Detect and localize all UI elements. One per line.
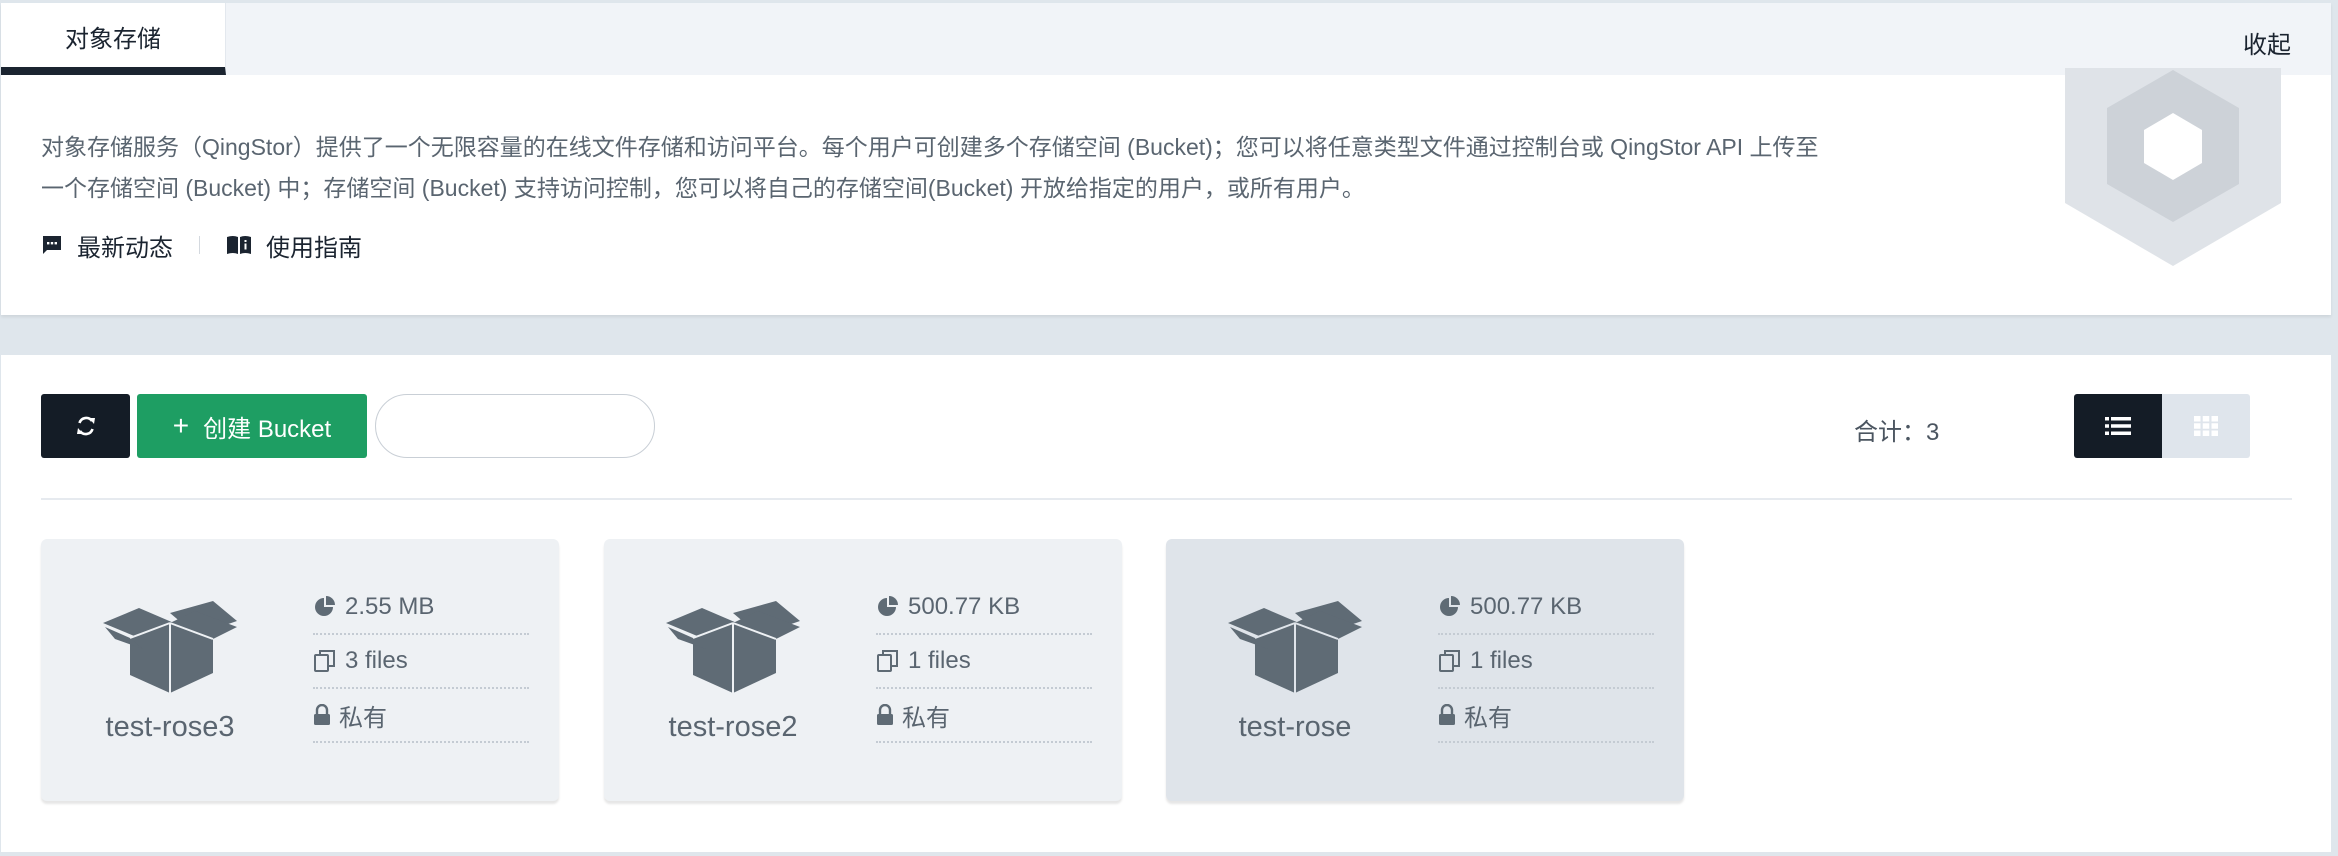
lock-icon <box>314 704 330 725</box>
pie-chart-icon <box>315 596 335 616</box>
total-count: 合计：3 <box>1854 419 1940 446</box>
book-icon <box>227 236 251 254</box>
pie-chart-icon <box>1440 596 1460 616</box>
bucket-size: 500.77 KB <box>876 581 1092 635</box>
link-separator <box>199 236 200 254</box>
grid-icon <box>2194 416 2218 436</box>
bucket-files: 1 files <box>1438 635 1654 689</box>
pie-chart-icon <box>878 596 898 616</box>
bucket-card-test-rose[interactable]: test-rose 500.77 KB 1 files 私有 <box>1166 539 1684 801</box>
bucket-name: test-rose <box>1238 711 1352 743</box>
refresh-button[interactable] <box>41 394 130 458</box>
bucket-name: test-rose3 <box>105 711 235 743</box>
bucket-name: test-rose2 <box>668 711 798 743</box>
view-toggle <box>2074 394 2250 458</box>
bucket-files-value: 3 files <box>345 647 408 674</box>
bucket-access-value: 私有 <box>1464 704 1512 732</box>
bucket-size-value: 2.55 MB <box>345 593 435 620</box>
bucket-panel: + 创建 Bucket 合计：3 test-rose3 2.55 MB 3 fi… <box>1 355 2331 852</box>
bucket-files: 1 files <box>876 635 1092 689</box>
bucket-access-value: 私有 <box>339 704 387 732</box>
qingstor-hexagon-icon <box>2065 68 2281 266</box>
bucket-access: 私有 <box>1438 689 1654 743</box>
box-icon <box>666 601 800 693</box>
toolbar-divider <box>41 498 2292 500</box>
bucket-card-test-rose3[interactable]: test-rose3 2.55 MB 3 files 私有 <box>41 539 559 801</box>
latest-news-link[interactable]: 最新动态 <box>41 228 173 263</box>
bucket-access-value: 私有 <box>902 704 950 732</box>
list-view-button[interactable] <box>2074 394 2162 458</box>
refresh-icon <box>76 416 95 436</box>
bucket-card-test-rose2[interactable]: test-rose2 500.77 KB 1 files 私有 <box>604 539 1122 801</box>
plus-icon: + <box>172 410 190 441</box>
latest-news-label: 最新动态 <box>77 234 173 262</box>
box-icon <box>1228 601 1362 693</box>
bucket-stats: 500.77 KB 1 files 私有 <box>1438 581 1654 743</box>
create-bucket-button[interactable]: + 创建 Bucket <box>137 394 367 458</box>
description-line-1: 对象存储服务（QingStor）提供了一个无限容量的在线文件存储和访问平台。每个… <box>41 134 1819 160</box>
user-guide-label: 使用指南 <box>266 234 362 262</box>
files-icon <box>1439 650 1460 672</box>
intro-panel: 对象存储 收起 对象存储服务（QingStor）提供了一个无限容量的在线文件存储… <box>1 3 2331 315</box>
bucket-access: 私有 <box>313 689 529 743</box>
service-description: 对象存储服务（QingStor）提供了一个无限容量的在线文件存储和访问平台。每个… <box>41 127 1931 209</box>
lock-icon <box>877 704 893 725</box>
chat-icon <box>43 236 61 254</box>
box-icon <box>103 601 237 693</box>
list-icon <box>2105 417 2131 435</box>
description-line-2: 一个存储空间 (Bucket) 中；存储空间 (Bucket) 支持访问控制，您… <box>41 175 1365 201</box>
bucket-stats: 2.55 MB 3 files 私有 <box>313 581 529 743</box>
bucket-size-value: 500.77 KB <box>1470 593 1583 620</box>
bucket-files-value: 1 files <box>1470 647 1533 674</box>
bucket-stats: 500.77 KB 1 files 私有 <box>876 581 1092 743</box>
intro-links: 最新动态 使用指南 <box>41 227 362 263</box>
bucket-size: 2.55 MB <box>313 581 529 635</box>
bucket-size-value: 500.77 KB <box>908 593 1021 620</box>
search-input[interactable] <box>375 394 655 458</box>
grid-view-button[interactable] <box>2162 394 2250 458</box>
files-icon <box>314 650 335 672</box>
bucket-size: 500.77 KB <box>1438 581 1654 635</box>
tab-bar: 对象存储 收起 <box>1 3 2331 75</box>
bucket-files-value: 1 files <box>908 647 971 674</box>
create-bucket-label: 创建 Bucket <box>203 415 332 443</box>
bucket-access: 私有 <box>876 689 1092 743</box>
collapse-button[interactable]: 收起 <box>2243 25 2291 60</box>
lock-icon <box>1439 704 1455 725</box>
user-guide-link[interactable]: 使用指南 <box>226 228 362 263</box>
files-icon <box>877 650 898 672</box>
tab-object-storage[interactable]: 对象存储 <box>1 3 226 75</box>
bucket-files: 3 files <box>313 635 529 689</box>
